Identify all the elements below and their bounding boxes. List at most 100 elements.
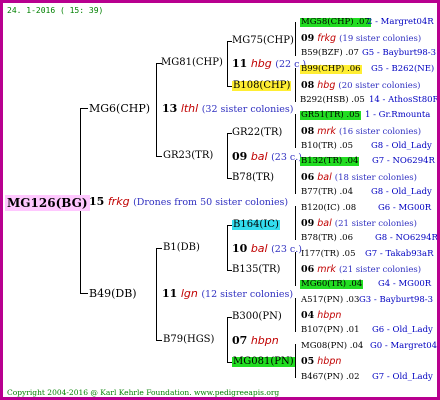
mating-num: 07 (232, 334, 248, 347)
mating-num: 11 (162, 287, 178, 300)
queen-level4[interactable]: B78(TR) .06 (301, 234, 353, 243)
queen-b135[interactable]: B135(TR) (232, 265, 280, 275)
queen-origin: G6 - MG00R (378, 203, 432, 213)
mating-num: 09 (232, 150, 248, 163)
queen-level4[interactable]: MG58(CHP) .07 (300, 18, 371, 27)
mating-info: 04 hbpn (301, 311, 341, 321)
tree-line (227, 225, 228, 270)
queen-level4[interactable]: I177(TR) .05 (301, 250, 356, 259)
mating-num: 04 (301, 310, 315, 321)
mating-info: 08 hbg (20 sister colonies) (301, 81, 421, 91)
mating-code: hbpn (317, 310, 342, 321)
queen-level4[interactable]: B467(PN) .02 (301, 373, 359, 382)
queen-origin: G6 - Old_Lady (372, 325, 433, 335)
root-code: frkg (107, 195, 130, 208)
tree-line (295, 22, 296, 56)
queen-mg6[interactable]: MG6(CHP) (89, 103, 150, 114)
mating-info: 09 frkg (19 sister colonies) (301, 34, 421, 44)
mating-code: hbpn (317, 356, 342, 367)
mating-desc: (23 c.) (271, 152, 302, 163)
tree-line (295, 344, 296, 378)
queen-origin: 1 - Gr.Rmounta (365, 110, 431, 120)
mating-code: bal (250, 242, 268, 255)
mating-info: 13 lthl (32 sister colonies) (162, 103, 293, 115)
queen-b49[interactable]: B49(DB) (89, 288, 137, 299)
queen-mg081[interactable]: MG081(PN) (232, 357, 295, 367)
mating-info: 08 mrk (16 sister colonies) (301, 127, 421, 137)
queen-level4[interactable]: B59(BZF) .07 (301, 49, 359, 58)
tree-line (295, 160, 296, 194)
mating-num: 09 (301, 218, 315, 229)
tree-line (227, 41, 228, 86)
queen-b108[interactable]: B108(CHP) (232, 81, 292, 91)
queen-level4[interactable]: B99(CHP) .06 (300, 65, 362, 74)
queen-origin: G8 - NO6294R (375, 233, 438, 243)
queen-level4[interactable]: B132(TR) .04 (300, 157, 360, 166)
tree-line (156, 248, 157, 340)
mating-num: 10 (232, 242, 248, 255)
mating-info: 06 bal (18 sister colonies) (301, 173, 417, 183)
mating-info: 10 bal (23 c.) (232, 243, 302, 255)
mating-desc: (18 sister colonies) (334, 173, 417, 183)
date-stamp: 24. 1-2016 ( 15: 39) (7, 6, 104, 15)
mating-num: 13 (162, 102, 178, 115)
queen-level4[interactable]: MG08(PN) .04 (301, 342, 363, 351)
copyright-footer: Copyright 2004-2016 @ Karl Kehrle Founda… (7, 388, 280, 397)
mating-desc: (20 sister colonies) (338, 81, 421, 91)
root-queen[interactable]: MG126(BG) (5, 195, 90, 211)
queen-level4[interactable]: B77(TR) .04 (301, 188, 353, 197)
queen-mg81[interactable]: MG81(CHP) (161, 58, 223, 68)
mating-code: lthl (180, 102, 199, 115)
mating-num: 05 (301, 356, 315, 367)
tree-line (295, 252, 296, 286)
queen-origin: 2 - Margret04R (367, 17, 434, 27)
queen-origin: G7 - NO6294R (372, 156, 435, 166)
mating-desc: (21 sister colonies) (334, 219, 417, 229)
mating-info: 07 hbpn (232, 335, 279, 346)
queen-origin: G7 - Old_Lady (372, 372, 433, 382)
queen-level4[interactable]: B120(IC) .08 (301, 204, 356, 213)
tree-line (295, 68, 296, 102)
mating-info: 09 bal (23 c.) (232, 151, 302, 163)
tree-line (80, 108, 88, 109)
mating-code: bal (317, 218, 332, 229)
queen-level4[interactable]: B10(TR) .05 (301, 142, 353, 151)
queen-level4[interactable]: B107(PN) .01 (301, 326, 359, 335)
queen-b79[interactable]: B79(HGS) (163, 335, 214, 345)
queen-level4[interactable]: B292(HSB) .05 (300, 96, 365, 105)
mating-info: 11 lgn (12 sister colonies) (162, 288, 293, 300)
mating-num: 08 (301, 126, 315, 137)
mating-code: bal (250, 150, 268, 163)
tree-line (156, 248, 162, 249)
mating-desc: (23 c.) (271, 244, 302, 255)
mating-info: 05 hbpn (301, 357, 341, 367)
tree-line (295, 114, 296, 148)
root-mating-info: 15 frkg (Drones from 50 sister colonies) (89, 196, 288, 208)
queen-b1[interactable]: B1(DB) (163, 243, 200, 253)
queen-level4[interactable]: A517(PN) .03 (301, 296, 359, 305)
tree-line (227, 317, 228, 362)
queen-gr22[interactable]: GR22(TR) (232, 128, 282, 138)
queen-origin: G8 - Old_Lady (371, 141, 432, 151)
queen-b300[interactable]: B300(PN) (232, 312, 282, 322)
queen-origin: G5 - Bayburt98-3 (362, 48, 437, 58)
queen-level4[interactable]: MG60(TR) .04 (300, 280, 364, 289)
queen-gr23[interactable]: GR23(TR) (163, 151, 213, 161)
queen-level4[interactable]: GR51(TR) .05 (300, 111, 361, 120)
tree-line (80, 293, 88, 294)
tree-line (156, 63, 157, 156)
mating-num: 06 (301, 172, 315, 183)
queen-origin: G5 - B262(NE) (371, 64, 435, 74)
mating-code: hbg (250, 57, 272, 70)
mating-code: lgn (180, 287, 198, 300)
mating-num: 08 (301, 80, 315, 91)
queen-mg75[interactable]: MG75(CHP) (232, 36, 294, 46)
root-desc: (Drones from 50 sister colonies) (133, 197, 289, 208)
queen-b78[interactable]: B78(TR) (232, 173, 274, 183)
mating-code: hbpn (250, 334, 279, 347)
queen-b164[interactable]: B164(IC) (232, 220, 280, 230)
tree-line (156, 156, 162, 157)
tree-line (295, 206, 296, 240)
mating-num: 06 (301, 264, 315, 275)
mating-info: 09 bal (21 sister colonies) (301, 219, 417, 229)
